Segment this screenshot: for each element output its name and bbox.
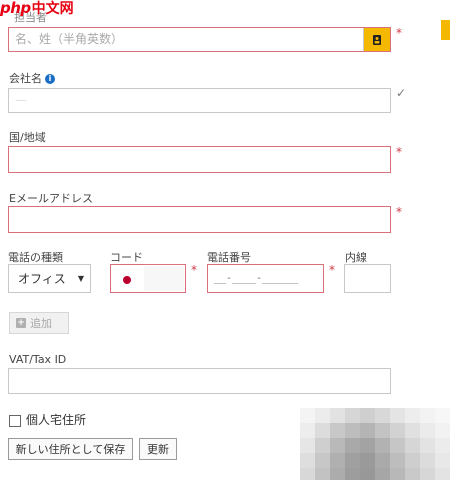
phone-number-label: 電話番号 (207, 251, 251, 264)
company-name-label-text: 会社名 (9, 72, 42, 85)
add-phone-button-label: 追加 (30, 317, 52, 330)
email-label: Eメールアドレス (9, 192, 93, 205)
japan-flag-icon (123, 276, 131, 284)
phone-type-select[interactable]: オフィス ▼ (8, 264, 91, 293)
personal-address-checkbox[interactable] (9, 415, 21, 427)
vat-label: VAT/Tax ID (9, 353, 67, 366)
info-icon[interactable]: i (45, 74, 55, 84)
watermark-php: php (0, 0, 31, 17)
extension-input[interactable] (344, 264, 391, 293)
contact-name-input[interactable]: 名、姓（半角英数） (8, 27, 391, 52)
site-watermark: php 中文网 (0, 0, 74, 18)
phone-number-mask: __-____-______ (214, 273, 299, 284)
vat-input[interactable] (8, 368, 391, 394)
email-required-mark: * (396, 205, 402, 219)
contact-name-placeholder: 名、姓（半角英数） (15, 32, 124, 46)
country-required-mark: * (396, 145, 402, 159)
country-label: 国/地域 (9, 131, 46, 144)
update-button[interactable]: 更新 (139, 438, 177, 460)
contact-card-icon (373, 34, 381, 45)
save-as-new-address-button[interactable]: 新しい住所として保存 (8, 438, 133, 460)
country-code-label: コード (110, 251, 143, 264)
company-name-label: 会社名 i (9, 72, 55, 85)
country-select[interactable] (8, 146, 391, 173)
address-form-page: php 中文网 担当者 名、姓（半角英数） * 会社名 i — ✓ 国/地域 * … (0, 0, 450, 480)
country-code-value-area (144, 266, 184, 291)
company-name-input[interactable]: — (8, 88, 391, 113)
watermark-site: 中文网 (31, 1, 74, 17)
phone-type-value: オフィス (18, 272, 66, 286)
phone-number-input[interactable]: __-____-______ (207, 264, 324, 293)
country-code-required-mark: * (191, 263, 197, 277)
contact-card-button[interactable] (363, 28, 390, 51)
email-input[interactable] (8, 206, 391, 233)
phone-number-required-mark: * (329, 263, 335, 277)
personal-address-label: 個人宅住所 (26, 413, 87, 427)
company-name-placeholder: — (15, 93, 27, 107)
add-phone-button[interactable]: + 追加 (9, 312, 69, 334)
chevron-down-icon: ▼ (77, 274, 84, 283)
company-name-valid-icon: ✓ (396, 86, 407, 100)
side-accent-tab (441, 20, 450, 40)
contact-name-required-mark: * (396, 26, 402, 40)
extension-label: 内線 (345, 251, 367, 264)
country-code-input[interactable] (110, 264, 186, 293)
plus-icon: + (16, 318, 26, 328)
phone-type-label: 電話の種類 (8, 251, 63, 264)
pixelated-region (300, 408, 450, 480)
